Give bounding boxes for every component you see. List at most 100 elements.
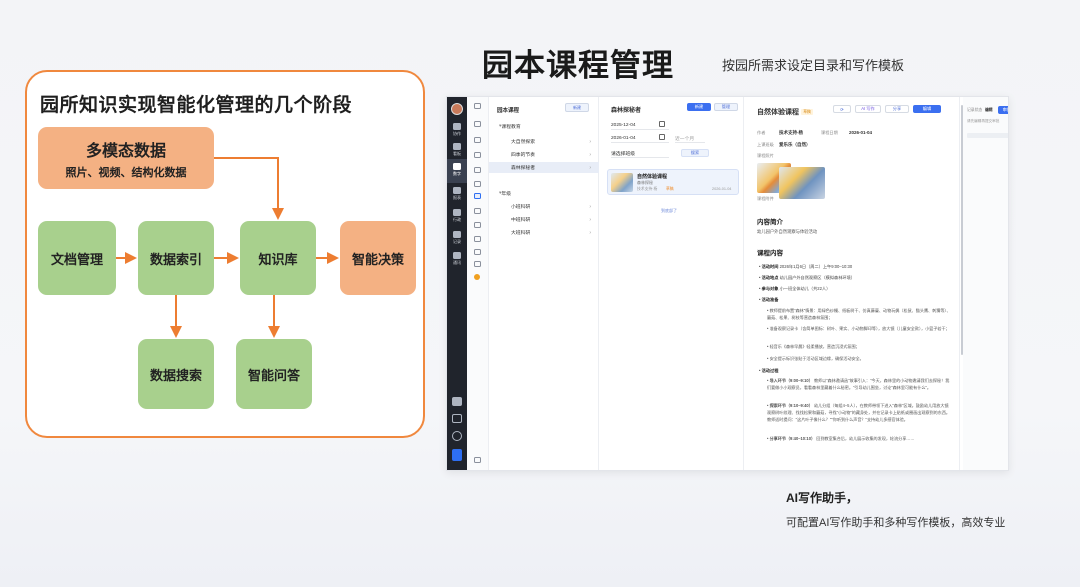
tree-item[interactable]: 大自然探索 › <box>489 136 599 147</box>
chart-icon[interactable] <box>474 261 481 267</box>
chevron-right-icon[interactable]: › <box>589 152 591 158</box>
prep-item-text: 教师提前布置"森林"情景：用绿色纱幔、纸板树干、仿真藤蔓、动物玩偶（松鼠、猫头鹰… <box>767 308 951 320</box>
list-icon[interactable] <box>474 121 481 127</box>
process-step: • 探索环节（9:10–9:40） 幼儿分组（每组4–5人），在教师带领下进入"… <box>767 403 951 422</box>
calendar-start-icon[interactable] <box>659 121 665 127</box>
cloud-icon[interactable] <box>474 249 481 255</box>
class-value: 爱乐乐（自然） <box>779 142 811 147</box>
ai-assistant-desc: 可配置AI写作助手和多种写作模板，高效专业 <box>786 517 1006 529</box>
course-icon[interactable] <box>474 193 481 199</box>
rail-item-5[interactable]: 记录 <box>447 231 467 245</box>
process-step: • 分享环节（9:40–10:10） 回到教室集合后，幼儿展示收集的发现，轮流分… <box>767 436 915 441</box>
calendar-icon[interactable] <box>474 152 481 158</box>
tree-item[interactable]: 小班科研 › <box>489 201 599 212</box>
tree-item-label: 四季的节奏 <box>511 153 535 158</box>
rail-item-2[interactable]: 数字 <box>447 163 467 177</box>
course-photo-2[interactable] <box>779 167 825 199</box>
approval-button[interactable]: 审批流程 <box>998 106 1008 114</box>
approval-hint: 请先编辑再提交审批 <box>967 119 1000 123</box>
tree-item[interactable]: 四季的节奏 › <box>489 149 599 160</box>
course-card-date: 2026-01-04 <box>712 187 732 191</box>
process-heading: • 活动过程 <box>759 368 779 373</box>
content-bullet-text: 2026年1月6日（周二）上午9:00–10:30 <box>779 264 853 269</box>
author-label: 作者 <box>757 130 766 135</box>
rail-item-1[interactable]: 看板 <box>447 143 467 157</box>
refresh-button[interactable]: ⟳ <box>833 105 851 113</box>
tree-new-button[interactable]: 新建 <box>565 103 589 112</box>
intro-title: 内容简介 <box>757 219 783 226</box>
avatar[interactable] <box>451 103 463 115</box>
ai-assistant-title: AI写作助手， <box>786 491 859 505</box>
detail-status-tag: 草稿 <box>801 109 813 115</box>
node-data-search: 数据搜索 <box>138 339 214 409</box>
tree-item[interactable]: 森林探秘者 › <box>489 162 599 173</box>
rail-item-icon <box>453 143 461 150</box>
calendar-end-icon[interactable] <box>659 134 665 140</box>
share-button[interactable]: 分享 <box>885 105 909 113</box>
photo-label: 课程照片 <box>757 153 774 158</box>
process-step-label: 探索环节（9:10–9:40） <box>769 403 813 408</box>
content-bullet-label: 活动地点 <box>761 275 779 280</box>
folder-icon[interactable] <box>474 181 481 187</box>
search-button[interactable]: 搜索 <box>681 149 709 157</box>
content-bullet: • 活动时间 2026年1月6日（周二）上午9:00–10:30 <box>759 264 853 269</box>
rail-item-label: 行政 <box>453 217 461 222</box>
content-bullet: • 活动地点 幼儿园户外自然观察区（模拟森林环境） <box>759 275 855 280</box>
tree-item-label: 年级 <box>501 192 512 197</box>
chevron-right-icon[interactable]: › <box>589 217 591 223</box>
record-status-label: 记录状态 <box>967 108 983 112</box>
chevron-right-icon[interactable]: › <box>589 165 591 171</box>
list-new-button[interactable]: 新建 <box>687 103 711 111</box>
list-manage-button[interactable]: 管理 <box>714 103 738 111</box>
tree-item[interactable]: ▾ 年级 <box>489 188 599 199</box>
chevron-right-icon[interactable]: › <box>589 204 591 210</box>
link-icon[interactable] <box>474 236 481 242</box>
approval-input[interactable] <box>967 133 1008 138</box>
prep-item-text: 轻音乐《森林早晨》轻柔播放，营造沉浸式氛围； <box>769 344 860 349</box>
brand-logo-icon <box>452 449 462 461</box>
course-card-subtitle: 森林探秘 <box>637 180 653 185</box>
chevron-right-icon[interactable]: › <box>589 139 591 145</box>
settings-gear-icon[interactable] <box>452 431 462 441</box>
chevron-right-icon[interactable]: › <box>589 230 591 236</box>
record-status-value: 编辑 <box>985 108 993 112</box>
edit-button[interactable]: 编辑 <box>913 105 941 113</box>
rail-item-label: 通讯 <box>453 260 461 265</box>
chat-icon[interactable] <box>474 137 481 143</box>
tree-item[interactable]: 中班科研 › <box>489 214 599 225</box>
course-card[interactable]: 自然体验课程 森林探秘 技术支持·杨 草稿 2026-01-04 <box>607 169 739 195</box>
ai-write-button[interactable]: AI 写作 <box>855 105 881 113</box>
help-icon[interactable] <box>452 414 462 423</box>
tree-title: 园本课程 <box>497 108 520 114</box>
message-icon[interactable] <box>452 397 462 406</box>
course-list-panel: 森林探秘者 新建 管理 2025-12-04 2026-01-04 近一个月 请… <box>599 97 744 470</box>
author-value: 技术支持-杨 <box>779 130 803 135</box>
node-smart-qa: 智能问答 <box>236 339 312 409</box>
process-step-text: 回到教室集合后，幼儿展示收集的发现，轮流分享…… <box>816 436 915 441</box>
rail-item-label: 看板 <box>453 151 461 156</box>
alert-dot-icon[interactable] <box>474 274 480 280</box>
grid-icon[interactable] <box>474 103 481 109</box>
process-step-label: 分享环节（9:40–10:10） <box>769 436 816 441</box>
rail-item-0[interactable]: 协作 <box>447 123 467 137</box>
rail-item-label: 记录 <box>453 239 461 244</box>
stages-title: 园所知识实现智能化管理的几个阶段 <box>40 95 353 116</box>
rail-item-3[interactable]: 报表 <box>447 187 467 201</box>
rail-item-label: 数字 <box>453 171 461 176</box>
calendar-bottom-icon[interactable] <box>474 457 481 463</box>
doc-icon[interactable] <box>474 167 481 173</box>
content-bullet-label: 活动准备 <box>761 297 779 302</box>
node-document-management: 文档管理 <box>38 221 116 295</box>
tree-item[interactable]: 大班科研 › <box>489 227 599 238</box>
content-title: 课程内容 <box>757 250 783 257</box>
tree-item[interactable]: ▾ 课程教育 <box>489 121 599 132</box>
tag-icon[interactable] <box>474 222 481 228</box>
rail-item-6[interactable]: 通讯 <box>447 252 467 266</box>
course-card-author: 技术支持·杨 <box>637 187 658 191</box>
note-icon[interactable] <box>474 208 481 214</box>
list-end-link[interactable]: 到底部了 <box>661 208 677 214</box>
tree-item-label: 中班科研 <box>511 218 531 223</box>
rail-item-4[interactable]: 行政 <box>447 209 467 223</box>
range-select[interactable]: 近一个月 <box>675 134 705 143</box>
class-filter-select[interactable]: 请选择班级 <box>611 149 669 158</box>
